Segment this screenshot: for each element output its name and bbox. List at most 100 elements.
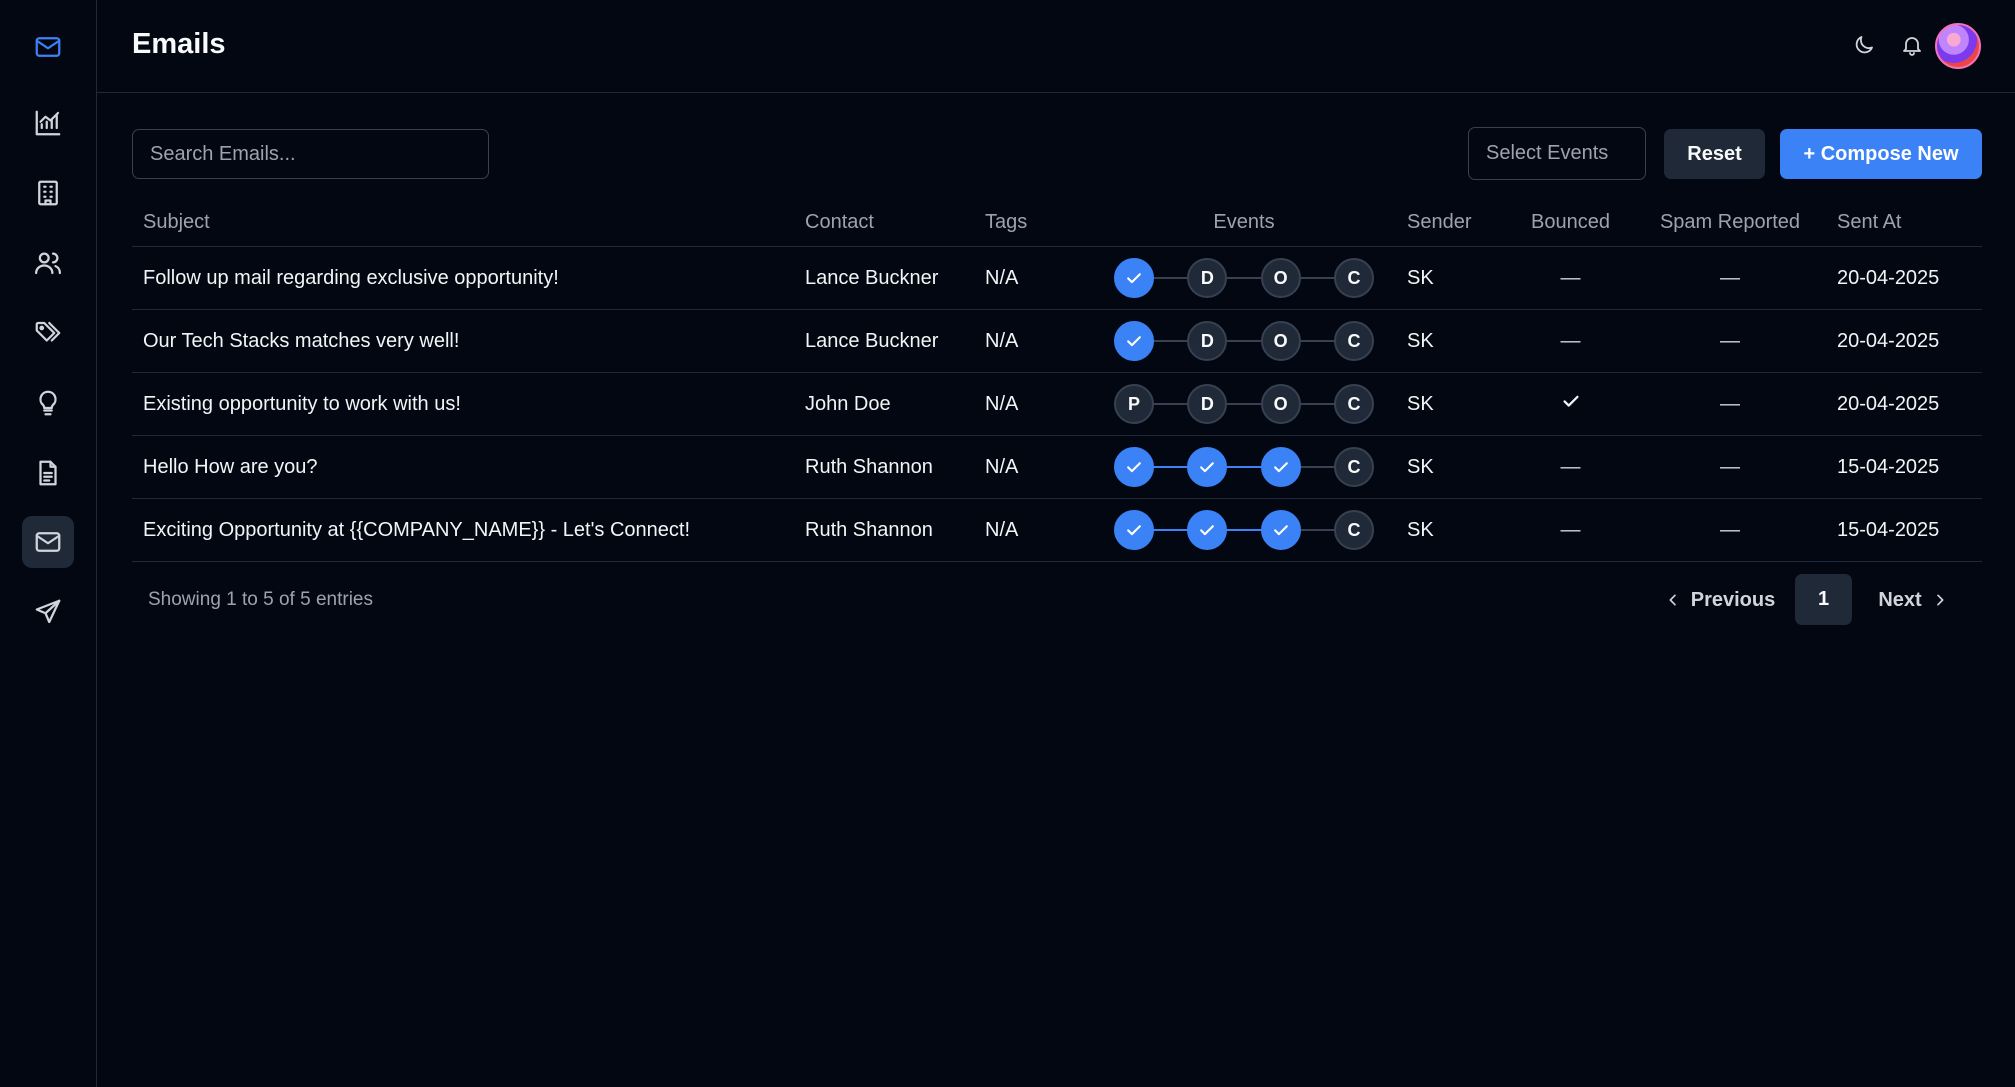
email-sent-at: 20-04-2025 [1837,266,1940,289]
sidebar-item-campaigns[interactable] [22,586,74,638]
event-done-check-icon[interactable] [1187,447,1228,487]
event-step-c[interactable]: C [1333,384,1374,424]
spam-reported-value: — [1720,266,1740,289]
column-header-contact[interactable]: Contact [805,198,874,246]
table-row[interactable]: Hello How are you? Ruth Shannon N/A C SK — — 15… [132,436,1982,499]
column-header-spam-reported[interactable]: Spam Reported [1645,198,1815,246]
events-track-line [1134,340,1354,342]
email-subject: Hello How are you? [143,455,318,478]
event-step-c[interactable]: C [1333,321,1374,361]
event-step-o[interactable]: O [1260,321,1301,361]
events-track-line [1134,277,1354,279]
event-step-d[interactable]: D [1187,258,1228,298]
lightbulb-icon [39,390,57,416]
table-row[interactable]: Our Tech Stacks matches very well! Lance … [132,310,1982,373]
event-done-check-icon[interactable] [1114,258,1154,298]
email-events: C [1094,436,1394,498]
reset-button[interactable]: Reset [1664,129,1765,179]
email-events: DOC [1094,247,1394,309]
event-done-check-icon[interactable] [1187,510,1228,550]
table-header: Subject Contact Tags Events Sender Bounc… [132,198,1982,247]
moon-icon[interactable] [1849,30,1879,60]
event-step-p[interactable]: P [1114,384,1154,424]
email-sender: SK [1407,266,1434,289]
email-sender: SK [1407,392,1434,415]
email-bounced [1512,373,1629,435]
next-page-button[interactable]: Next [1868,575,1958,625]
sidebar-item-analytics[interactable] [22,97,74,149]
event-step-c[interactable]: C [1333,258,1374,298]
chevron-right-icon [1936,594,1944,606]
column-header-sent-at[interactable]: Sent At [1837,198,1902,246]
email-contact: Ruth Shannon [805,518,933,541]
email-subject: Existing opportunity to work with us! [143,392,461,415]
email-bounced: — [1512,499,1629,561]
previous-page-button[interactable]: Previous [1660,575,1780,625]
sidebar-item-ideas[interactable] [22,377,74,429]
email-spam-reported: — [1645,247,1815,309]
event-step-d[interactable]: D [1187,321,1228,361]
events-progress-track: C [1114,447,1374,487]
entries-summary: Showing 1 to 5 of 5 entries [148,589,373,610]
events-track-line [1134,403,1354,405]
compose-new-button[interactable]: + Compose New [1780,129,1982,179]
avatar[interactable] [1935,23,1981,69]
event-done-check-icon[interactable] [1260,447,1301,487]
email-sent-at: 20-04-2025 [1837,329,1940,352]
email-tags: N/A [985,455,1019,478]
column-header-bounced[interactable]: Bounced [1512,198,1629,246]
spam-reported-value: — [1720,329,1740,352]
page-title: Emails [132,28,226,60]
email-spam-reported: — [1645,373,1815,435]
email-contact: Ruth Shannon [805,455,933,478]
users-icon [35,252,61,275]
page-button-1[interactable]: 1 [1795,574,1852,625]
sidebar-item-emails[interactable] [22,516,74,568]
email-events: PDOC [1094,373,1394,435]
column-header-sender[interactable]: Sender [1407,198,1472,246]
event-step-d[interactable]: D [1187,384,1228,424]
table-body: Follow up mail regarding exclusive oppor… [132,247,1982,562]
email-spam-reported: — [1645,310,1815,372]
bell-icon[interactable] [1897,30,1927,60]
tags-icon [35,321,61,342]
bounced-check-icon [1560,390,1582,418]
email-tags: N/A [985,392,1019,415]
email-sent-at: 15-04-2025 [1837,455,1940,478]
search-input[interactable] [132,129,489,179]
select-events-dropdown[interactable]: Select Events [1468,127,1646,180]
sidebar [0,0,97,1087]
sidebar-item-contacts[interactable] [22,237,74,289]
spam-reported-value: — [1720,392,1740,415]
email-bounced: — [1512,436,1629,498]
event-step-c[interactable]: C [1333,510,1374,550]
table-row[interactable]: Existing opportunity to work with us! Joh… [132,373,1982,436]
email-contact: Lance Buckner [805,266,939,289]
email-contact: John Doe [805,392,891,415]
email-sender: SK [1407,329,1434,352]
sidebar-item-tags[interactable] [22,307,74,359]
email-events: C [1094,499,1394,561]
column-header-events[interactable]: Events [1094,198,1394,246]
email-subject: Follow up mail regarding exclusive oppor… [143,266,559,289]
building-icon [38,180,58,206]
email-bounced: — [1512,310,1629,372]
email-sent-at: 20-04-2025 [1837,392,1940,415]
sidebar-item-companies[interactable] [22,167,74,219]
event-step-c[interactable]: C [1333,447,1374,487]
event-done-check-icon[interactable] [1114,510,1154,550]
event-done-check-icon[interactable] [1260,510,1301,550]
sidebar-item-templates[interactable] [22,447,74,499]
table-row[interactable]: Follow up mail regarding exclusive oppor… [132,247,1982,310]
events-progress-track: C [1114,510,1374,550]
column-header-tags[interactable]: Tags [985,198,1027,246]
brand-logo-mail-icon[interactable] [22,21,74,73]
emails-table: Subject Contact Tags Events Sender Bounc… [132,198,1982,562]
table-row[interactable]: Exciting Opportunity at {{COMPANY_NAME}}… [132,499,1982,562]
event-done-check-icon[interactable] [1114,447,1154,487]
event-done-check-icon[interactable] [1114,321,1154,361]
event-step-o[interactable]: O [1260,384,1301,424]
previous-label: Previous [1690,588,1776,611]
event-step-o[interactable]: O [1260,258,1301,298]
column-header-subject[interactable]: Subject [143,198,210,246]
